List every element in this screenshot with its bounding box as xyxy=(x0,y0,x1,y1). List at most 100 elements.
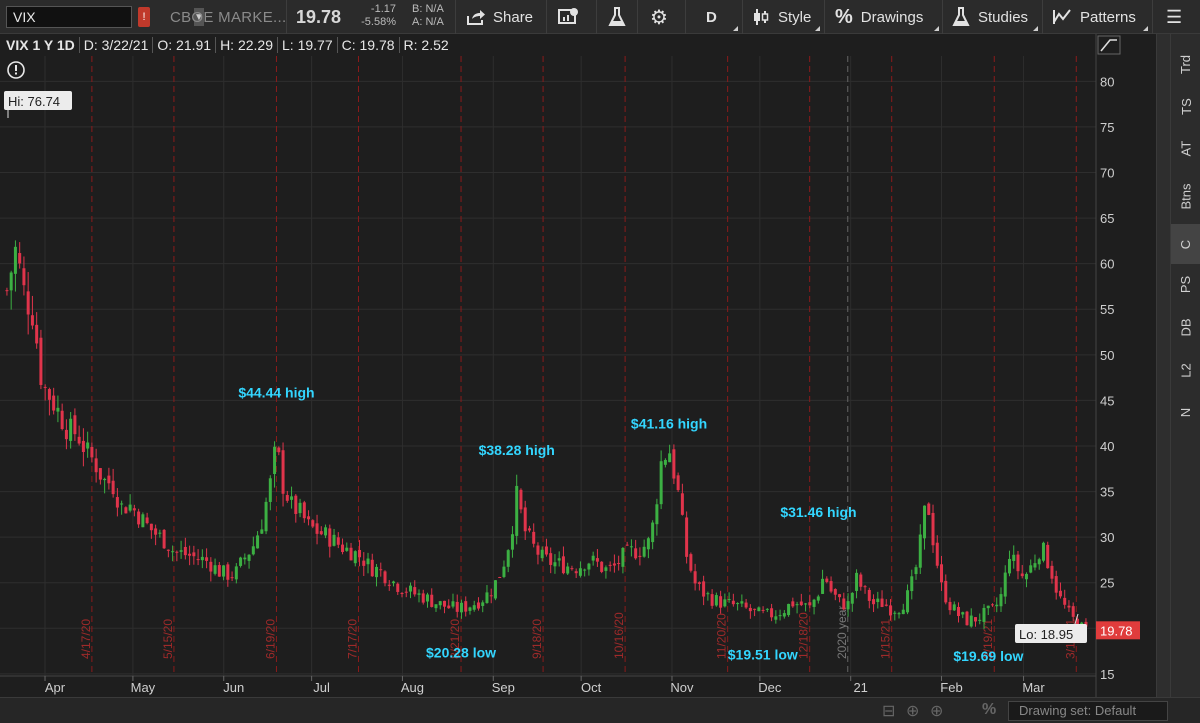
candle-body xyxy=(527,528,531,531)
crosshair-icon[interactable]: ⊕ xyxy=(906,701,919,721)
candle-body xyxy=(910,576,914,592)
candle-body xyxy=(621,547,625,567)
flask-icon xyxy=(608,7,626,26)
candle-body xyxy=(409,585,412,592)
candle-body xyxy=(880,598,884,607)
candle-body xyxy=(774,616,778,620)
tab-ps[interactable]: PS xyxy=(1171,264,1200,304)
candle-body xyxy=(540,549,544,559)
candle-body xyxy=(98,468,102,480)
y-tick-label: 40 xyxy=(1100,439,1114,454)
month-label: Aug xyxy=(401,680,424,695)
share-button[interactable]: Share xyxy=(466,0,546,34)
tab-label: Trd xyxy=(1178,54,1194,74)
candle-body xyxy=(94,458,98,473)
tab-db[interactable]: DB xyxy=(1171,307,1200,347)
candle-body xyxy=(315,523,319,534)
symbol-input[interactable] xyxy=(7,9,194,25)
candle-body xyxy=(706,593,710,595)
y-tick-label: 30 xyxy=(1100,530,1114,545)
candle-body xyxy=(638,555,642,557)
tab-at[interactable]: AT xyxy=(1171,128,1200,168)
candle-body xyxy=(13,246,17,274)
price-annotation: $38.28 high xyxy=(479,442,555,458)
candle-body xyxy=(1063,597,1067,605)
chart-scrollbar[interactable] xyxy=(1156,34,1170,704)
candle-body xyxy=(850,592,854,604)
chart-settings-button[interactable] xyxy=(557,0,581,34)
toolbar-divider xyxy=(742,0,743,34)
chart-expand-icon[interactable] xyxy=(1097,35,1121,55)
candle-body xyxy=(285,495,289,501)
drawing-percent-icon[interactable]: % xyxy=(982,701,996,719)
candle-body xyxy=(595,558,599,562)
candle-body xyxy=(557,558,561,561)
candle-body xyxy=(889,605,893,616)
candle-body xyxy=(693,571,697,584)
candle-body xyxy=(324,527,328,536)
patterns-menu[interactable]: Patterns xyxy=(1052,0,1148,34)
candle-body xyxy=(1024,573,1028,580)
tab-label: PS xyxy=(1178,275,1194,293)
candle-body xyxy=(799,601,803,606)
candle-body xyxy=(536,545,540,555)
candle-body xyxy=(336,537,340,545)
settings-button[interactable]: ⚙ xyxy=(650,0,672,34)
candle-body xyxy=(923,505,927,539)
style-menu[interactable]: Style xyxy=(752,0,820,34)
period-selector[interactable]: D xyxy=(706,0,738,34)
candle-body xyxy=(18,253,22,264)
tab-trd[interactable]: Trd xyxy=(1171,44,1200,84)
candle-body xyxy=(396,583,400,592)
flask-button[interactable] xyxy=(608,0,630,34)
zoom-in-icon[interactable]: ⊕ xyxy=(930,701,943,721)
tab-btns[interactable]: Btns xyxy=(1171,176,1200,216)
candle-body xyxy=(663,459,667,465)
candle-body xyxy=(124,507,128,514)
candle-body xyxy=(307,516,311,520)
month-label: Apr xyxy=(45,680,66,695)
candle-body xyxy=(9,272,13,291)
drawings-menu[interactable]: % Drawings xyxy=(835,0,939,34)
candle-body xyxy=(489,595,493,597)
price-change: -1.17 -5.58% xyxy=(360,3,396,29)
month-label: Mar xyxy=(1022,680,1045,695)
tab-c[interactable]: C xyxy=(1171,224,1200,264)
layout-menu-button[interactable]: ☰ xyxy=(1166,0,1188,34)
studies-menu[interactable]: Studies xyxy=(952,0,1038,34)
tab-l2[interactable]: L2 xyxy=(1171,350,1200,390)
candle-body xyxy=(629,546,633,548)
candle-body xyxy=(863,586,867,588)
candle-body xyxy=(298,502,302,514)
zoom-out-icon[interactable]: ⊟ xyxy=(882,701,895,721)
candle-body xyxy=(379,569,383,571)
tab-ts[interactable]: TS xyxy=(1171,86,1200,126)
toolbar-divider xyxy=(546,0,547,34)
candle-body xyxy=(362,560,366,566)
candle-body xyxy=(1003,572,1007,597)
candle-body xyxy=(69,418,73,441)
toolbar-divider xyxy=(1042,0,1043,34)
tab-n[interactable]: N xyxy=(1171,392,1200,432)
candle-body xyxy=(86,442,90,449)
candle-body xyxy=(90,447,94,458)
candle-body xyxy=(727,599,731,601)
candle-body xyxy=(986,605,990,609)
drawing-set-selector[interactable]: Drawing set: Default xyxy=(1008,701,1168,721)
symbol-selector[interactable]: ▼ xyxy=(6,6,204,28)
candle-body xyxy=(392,581,396,584)
candle-body xyxy=(940,564,944,583)
price-axis[interactable]: 1520253035404550556065707580 xyxy=(1095,34,1114,697)
candle-body xyxy=(154,528,158,535)
candle-body xyxy=(952,604,956,611)
alert-flag-icon[interactable]: ! xyxy=(138,7,150,27)
candle-body xyxy=(476,602,480,609)
candle-body xyxy=(795,604,799,606)
candle-body xyxy=(175,551,179,553)
price-chart[interactable]: 4/17/20 5/15/20 6/19/20 7/17/20 8/21/20 9/18/… xyxy=(0,34,1156,697)
tab-label: L2 xyxy=(1178,362,1194,378)
plot-area[interactable] xyxy=(0,56,1096,697)
candle-body xyxy=(341,544,345,553)
candle-body xyxy=(413,587,417,595)
candle-body xyxy=(1071,606,1075,617)
